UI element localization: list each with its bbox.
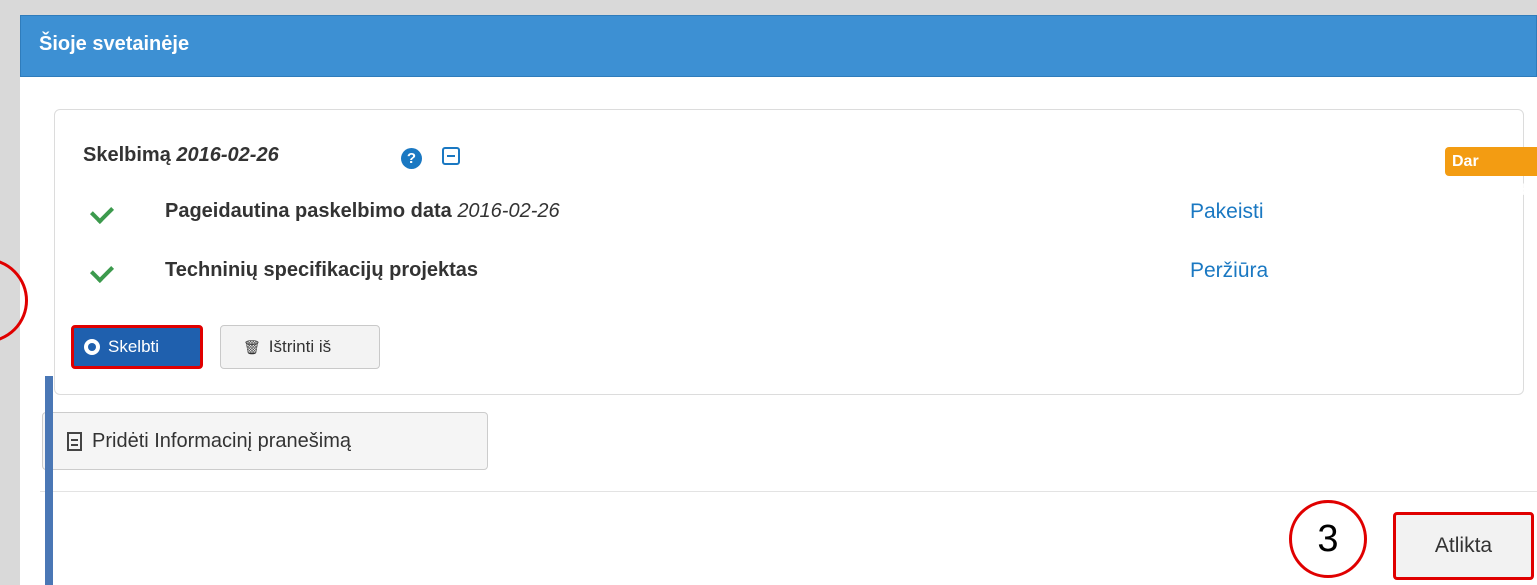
- site-panel: Šioje svetainėje Skelbimą 2016-02-26 ? D…: [20, 15, 1537, 585]
- change-link[interactable]: Pakeisti: [1190, 200, 1264, 224]
- done-button[interactable]: Atlikta: [1393, 512, 1534, 580]
- help-icon[interactable]: ?: [401, 148, 422, 169]
- done-button-label: Atlikta: [1434, 534, 1493, 557]
- row-label: Pageidautina paskelbimo data 2016-02-26: [165, 200, 560, 223]
- vertical-marker-line: [45, 376, 53, 585]
- add-notice-button-label: Pridėti Informacinį pranešimą: [92, 429, 351, 452]
- card-title-label: Skelbimą: [83, 144, 171, 166]
- document-icon: [67, 431, 82, 451]
- delete-button-label: Ištrinti iš: [268, 337, 332, 356]
- panel-title: Šioje svetainėje: [39, 33, 190, 55]
- check-icon: [89, 258, 115, 284]
- status-badge: Dar nepaskelbta: [1445, 147, 1537, 199]
- row-label-text: Techninių specifikacijų projektas: [165, 259, 479, 281]
- collapse-icon[interactable]: [442, 147, 460, 165]
- publish-button-label: Skelbti: [108, 337, 160, 356]
- check-icon: [89, 199, 115, 225]
- annotation-step-circle: 3: [1289, 500, 1367, 578]
- divider: [40, 491, 1537, 492]
- row-label-text: Pageidautina paskelbimo data: [165, 200, 452, 222]
- panel-header: Šioje svetainėje: [20, 15, 1537, 77]
- trash-icon: 🗑: [243, 338, 261, 355]
- add-notice-button[interactable]: Pridėti Informacinį pranešimą: [42, 412, 488, 470]
- publish-button[interactable]: Skelbti: [71, 325, 203, 369]
- card-title: Skelbimą 2016-02-26: [83, 144, 279, 167]
- card-title-date: 2016-02-26: [176, 144, 279, 166]
- preview-link[interactable]: Peržiūra: [1190, 259, 1268, 283]
- row-value: 2016-02-26: [457, 200, 560, 222]
- row-label: Techninių specifikacijų projektas: [165, 259, 478, 282]
- notice-card: Skelbimą 2016-02-26 ? Dar nepaskelbta Pa…: [54, 109, 1537, 395]
- globe-icon: [84, 339, 100, 355]
- delete-button[interactable]: 🗑 Ištrinti iš: [220, 325, 380, 369]
